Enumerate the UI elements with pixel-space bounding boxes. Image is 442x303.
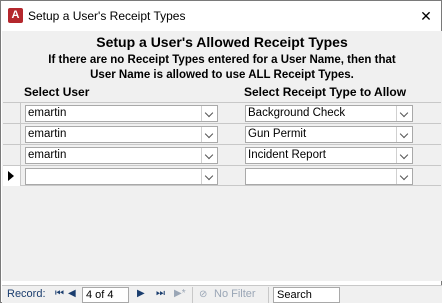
divider [192, 287, 193, 303]
receipt-type-combobox[interactable]: Background Check [245, 105, 413, 122]
record-navigation-bar: Record: ⏮ ◀ 4 of 4 ▶ ⏭ ▶* No Filter ⊘ Se… [2, 285, 442, 303]
receipt-type-combobox[interactable]: Incident Report [245, 147, 413, 164]
record-selector[interactable] [3, 145, 21, 165]
user-combobox[interactable]: emartin [25, 126, 218, 143]
access-app-icon: A [8, 8, 23, 23]
app-window: A Setup a User's Receipt Types ✕ Setup a… [0, 0, 442, 303]
records-list: emartin Background Check emartin Gun Per… [3, 102, 441, 186]
user-value: emartin [28, 107, 67, 119]
user-value: emartin [28, 149, 67, 161]
column-header-receipt-type: Select Receipt Type to Allow [244, 85, 407, 99]
next-record-icon[interactable]: ▶ [137, 288, 145, 299]
form-note-line1: If there are no Receipt Types entered fo… [48, 54, 396, 66]
new-record-row [3, 165, 441, 186]
title-bar: A Setup a User's Receipt Types ✕ [1, 1, 441, 31]
user-combobox[interactable]: emartin [25, 105, 218, 122]
receipt-type-combobox[interactable] [245, 168, 413, 185]
receipt-type-value: Gun Permit [248, 128, 307, 140]
receipt-type-combobox[interactable]: Gun Permit [245, 126, 413, 143]
record-selector[interactable] [3, 124, 21, 144]
record-label: Record: [7, 288, 46, 300]
chevron-down-icon[interactable] [396, 127, 412, 142]
form-body: Setup a User's Allowed Receipt Types If … [2, 31, 442, 281]
receipt-type-value: Background Check [248, 107, 346, 119]
record-row: emartin Gun Permit [3, 123, 441, 144]
window-title: Setup a User's Receipt Types [28, 9, 186, 23]
record-selector[interactable] [3, 103, 21, 123]
chevron-down-icon[interactable] [201, 169, 217, 184]
no-filter-button[interactable]: No Filter [214, 288, 256, 300]
record-row: emartin Background Check [3, 102, 441, 123]
user-combobox[interactable] [25, 168, 218, 185]
divider [268, 287, 269, 303]
user-value: emartin [28, 128, 67, 140]
first-record-icon[interactable]: ⏮ [55, 288, 64, 299]
form-heading: Setup a User's Allowed Receipt Types [96, 34, 348, 50]
filter-icon: ⊘ [199, 289, 208, 300]
current-record-arrow-icon [8, 171, 14, 181]
chevron-down-icon[interactable] [201, 148, 217, 163]
record-row: emartin Incident Report [3, 144, 441, 165]
last-record-icon[interactable]: ⏭ [156, 288, 165, 299]
user-combobox[interactable]: emartin [25, 147, 218, 164]
form-note-line2: User Name is allowed to use ALL Receipt … [90, 69, 354, 81]
new-record-icon[interactable]: ▶* [174, 288, 186, 299]
close-button[interactable]: ✕ [415, 5, 437, 27]
current-record-selector[interactable] [3, 166, 21, 186]
chevron-down-icon[interactable] [396, 169, 412, 184]
chevron-down-icon[interactable] [396, 148, 412, 163]
form-note: If there are no Receipt Types entered fo… [2, 53, 442, 83]
previous-record-icon[interactable]: ◀ [68, 288, 76, 299]
column-header-user: Select User [24, 85, 90, 99]
record-position-input[interactable]: 4 of 4 [82, 287, 129, 303]
chevron-down-icon[interactable] [201, 106, 217, 121]
search-input[interactable]: Search [273, 287, 340, 303]
chevron-down-icon[interactable] [396, 106, 412, 121]
receipt-type-value: Incident Report [248, 149, 326, 161]
chevron-down-icon[interactable] [201, 127, 217, 142]
